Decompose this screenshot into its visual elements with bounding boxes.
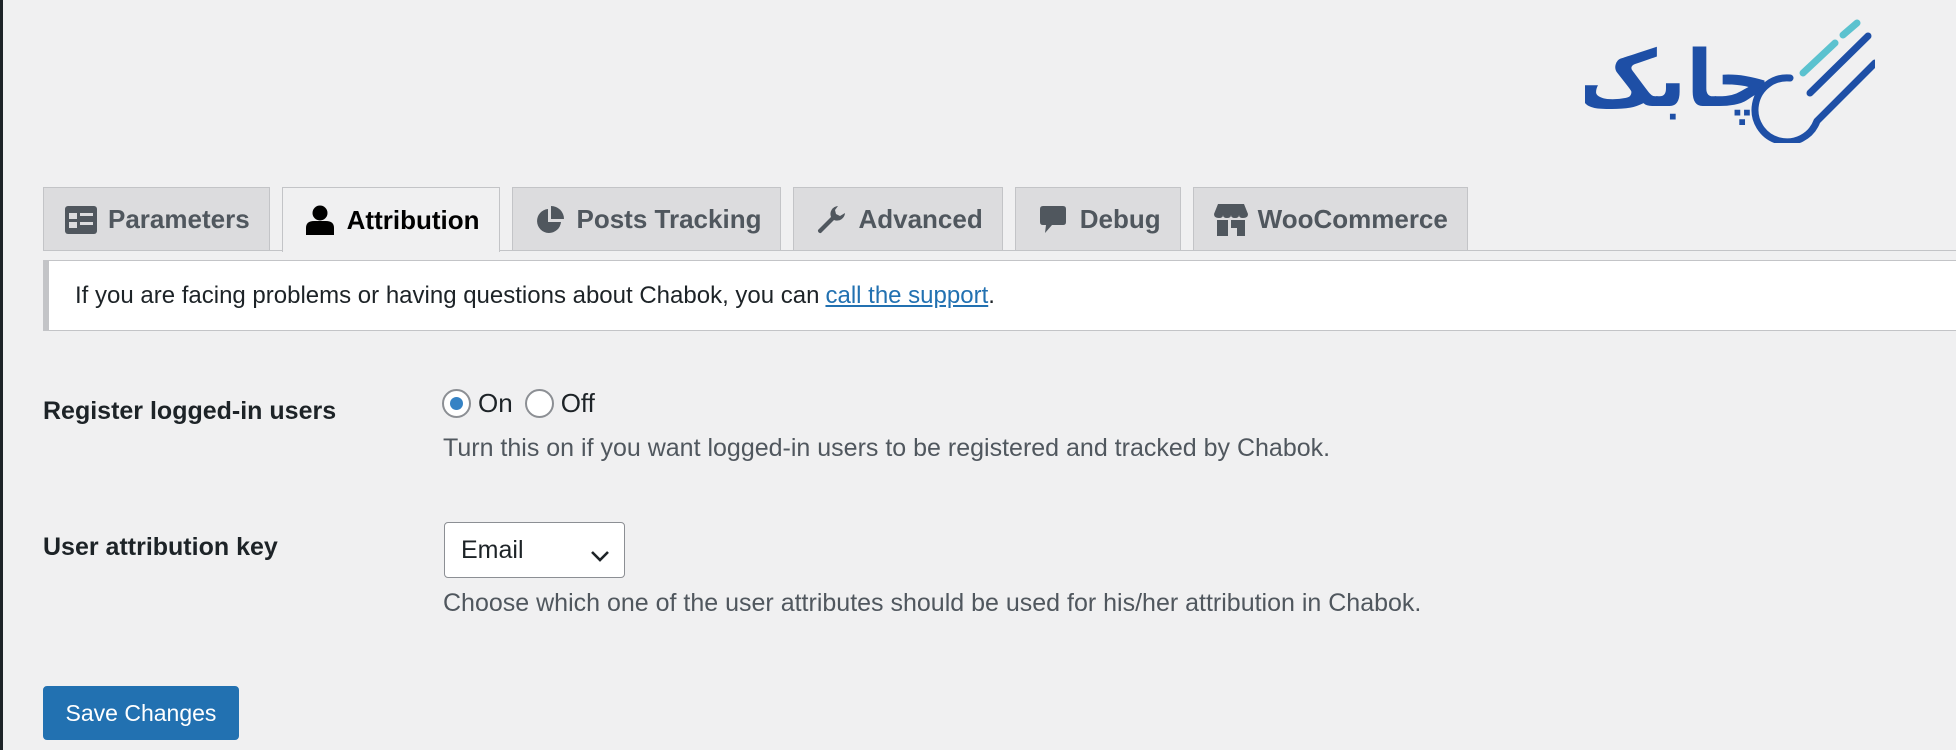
support-notice: If you are facing problems or having que…: [43, 260, 1956, 331]
radio-off[interactable]: [524, 389, 554, 418]
chevron-down-icon: [590, 541, 610, 570]
logo-wordmark: چابک: [1585, 35, 1772, 125]
speech-bubble-icon: [1036, 203, 1070, 237]
tab-parameters[interactable]: Parameters: [43, 187, 270, 251]
table-icon: [64, 203, 98, 237]
notice-text: If you are facing problems or having que…: [75, 281, 820, 309]
tab-label: Parameters: [108, 204, 250, 234]
tab-debug[interactable]: Debug: [1014, 187, 1181, 251]
tab-woocommerce[interactable]: WooCommerce: [1192, 187, 1468, 251]
register-logged-in-radio-group: On Off: [442, 388, 607, 419]
store-icon: [1213, 203, 1248, 237]
attribution-key-label: User attribution key: [43, 533, 278, 561]
settings-tabs: Parameters Attribution Posts Tracking Ad…: [43, 187, 1468, 252]
tab-label: Debug: [1079, 204, 1161, 234]
tab-label: WooCommerce: [1257, 204, 1448, 234]
tab-posts-tracking[interactable]: Posts Tracking: [511, 187, 782, 251]
radio-on[interactable]: [442, 389, 471, 418]
radio-off-label[interactable]: Off: [561, 388, 595, 419]
radio-on-label[interactable]: On: [478, 388, 513, 419]
tab-attribution[interactable]: Attribution: [281, 187, 500, 252]
attribution-key-select[interactable]: Email: [444, 522, 625, 578]
register-logged-in-label: Register logged-in users: [43, 397, 337, 425]
tab-label: Advanced: [858, 204, 983, 234]
attribution-key-description: Choose which one of the user attributes …: [443, 589, 1422, 617]
window-edge: [0, 0, 3, 750]
pie-chart-icon: [533, 203, 567, 237]
support-link[interactable]: call the support: [825, 282, 988, 310]
save-changes-button[interactable]: Save Changes: [43, 686, 239, 740]
attribution-key-value: Email: [461, 535, 524, 564]
logo-mark-icon: [1751, 19, 1879, 146]
tab-label: Attribution: [346, 204, 480, 235]
person-icon: [303, 203, 337, 237]
register-logged-in-description: Turn this on if you want logged-in users…: [443, 434, 1331, 462]
tab-label: Posts Tracking: [576, 204, 762, 234]
wrench-icon: [814, 203, 848, 237]
chabok-logo: چابک: [1577, 18, 1879, 146]
tab-advanced[interactable]: Advanced: [793, 187, 1003, 251]
notice-period: .: [988, 281, 995, 309]
